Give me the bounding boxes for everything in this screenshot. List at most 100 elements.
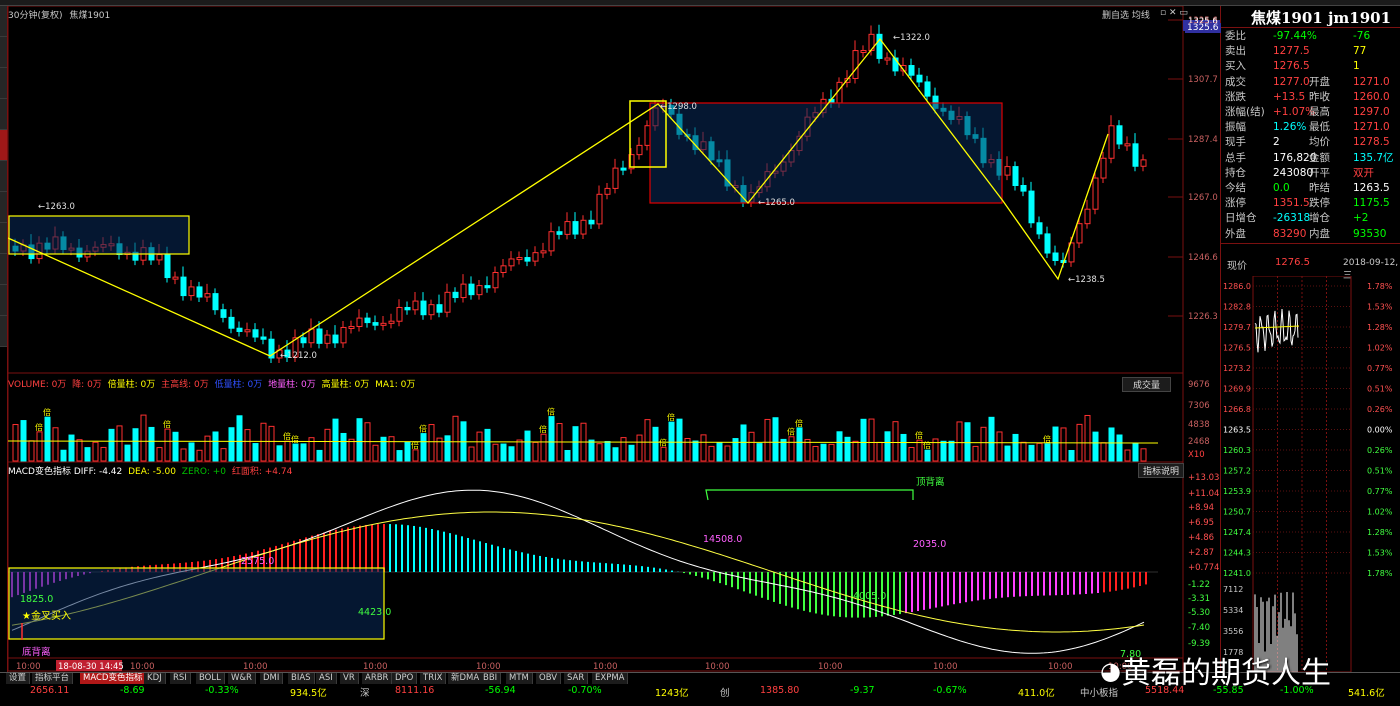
indicator-help-button[interactable]: 指标说明	[1138, 463, 1185, 478]
candle-body	[252, 329, 259, 338]
volume-bar	[212, 431, 219, 462]
quote-label: 涨幅(结)	[1225, 106, 1265, 118]
volume-bar	[820, 443, 827, 462]
volume-bar	[1124, 449, 1131, 462]
volume-bar	[324, 428, 331, 462]
volume-bar	[1132, 442, 1139, 462]
quote-value: 1	[1353, 60, 1360, 73]
quote-value: 93530	[1353, 227, 1387, 240]
quote-value: 1297.0	[1353, 106, 1390, 118]
candle-body	[1020, 185, 1027, 192]
price-annotation: ←1298.0	[660, 102, 697, 112]
price-badge: 1325.6	[1185, 23, 1221, 33]
double-volume-marker: 倍	[667, 412, 675, 422]
left-tab[interactable]	[0, 223, 7, 254]
volume-bars: 倍倍倍倍 倍倍倍 倍倍倍倍倍倍倍倍倍	[12, 407, 1147, 462]
left-tab[interactable]	[0, 254, 7, 285]
quote-label: 均价	[1309, 136, 1330, 149]
volume-bar	[940, 440, 947, 462]
price-axis-label: 1307.7	[1188, 75, 1218, 85]
candle-body	[356, 317, 363, 327]
left-tab[interactable]	[0, 37, 7, 68]
volume-bar	[188, 442, 195, 462]
volume-bar	[132, 428, 139, 462]
quote-value: 1260.0	[1353, 90, 1390, 103]
mini-axis-label-pct: 1.02%	[1367, 508, 1393, 517]
volume-bar	[372, 444, 379, 462]
volume-bar	[1004, 445, 1011, 462]
volume-bar	[428, 424, 435, 462]
candle-body	[636, 144, 643, 156]
left-tab[interactable]	[0, 192, 7, 223]
quote-label: 开盘	[1309, 75, 1330, 88]
chart-top-controls[interactable]: 删自选 均线	[1102, 8, 1150, 21]
macd-axis-label: +2.87	[1188, 548, 1214, 558]
volume-bar	[356, 418, 363, 462]
quote-value: 1175.5	[1353, 197, 1390, 210]
candle-body	[908, 65, 915, 76]
left-tab[interactable]	[0, 285, 7, 316]
time-axis-label: 10:00	[363, 662, 388, 672]
quote-label: 跌停	[1309, 197, 1330, 210]
ticker-item: 934.5亿	[290, 688, 327, 699]
volume-bar	[924, 449, 931, 462]
volume-bar	[764, 418, 771, 462]
candle-body	[340, 326, 347, 344]
volume-legend-item: 高量柱: 0万	[321, 380, 373, 390]
candle-body	[500, 265, 507, 274]
period-label[interactable]: 30分钟(复权)	[8, 11, 62, 21]
volume-bar	[196, 449, 203, 462]
candle-body	[508, 258, 515, 267]
volume-bar	[668, 421, 675, 462]
volume-bar	[420, 433, 427, 462]
left-tab[interactable]	[0, 130, 7, 161]
quote-value: 1.26%	[1273, 121, 1307, 134]
left-tab[interactable]	[0, 316, 7, 347]
time-axis-label: 10:00	[130, 662, 155, 672]
volume-bar	[1108, 427, 1115, 462]
quote-value: 77	[1353, 45, 1367, 58]
ticker-item: -8.69	[120, 685, 145, 696]
volume-bar	[788, 436, 795, 462]
window-buttons[interactable]: ▫ ✕ ▭	[1160, 8, 1188, 18]
intraday-mini-chart[interactable]: 1286.0 1.78% 1282.8 1.53% 1279.7 1.28% 1276.5 1…	[1221, 276, 1400, 672]
volume-bar	[396, 450, 403, 462]
left-tab[interactable]	[0, 161, 7, 192]
left-tab[interactable]	[0, 99, 7, 130]
volume-bar	[692, 440, 699, 462]
double-volume-marker: 倍	[915, 430, 923, 440]
volume-bar	[516, 439, 523, 462]
candle-body	[524, 257, 531, 262]
mini-axis-label: 1241.0	[1223, 569, 1251, 578]
quote-value: -26318	[1273, 212, 1311, 225]
volume-bar	[412, 449, 419, 462]
double-volume-marker: 倍	[419, 424, 427, 434]
area-label: 4005.0	[853, 591, 886, 602]
mini-axis-label-pct: 1.28%	[1367, 528, 1393, 537]
volume-bar	[900, 433, 907, 462]
candle-body	[548, 231, 555, 252]
candle-body	[1140, 159, 1147, 167]
volume-bar	[36, 431, 43, 462]
volume-bar	[316, 449, 323, 462]
left-tab[interactable]	[0, 68, 7, 99]
mini-axis-label-pct: 1.02%	[1367, 344, 1393, 353]
volume-bar	[812, 445, 819, 462]
volume-bar	[884, 431, 891, 462]
mini-axis-label: 1282.8	[1223, 303, 1251, 312]
volume-bar	[244, 429, 251, 462]
volume-button[interactable]: 成交量	[1122, 377, 1172, 392]
volume-bar	[340, 432, 347, 462]
left-tab[interactable]	[0, 6, 7, 37]
volume-bar	[588, 439, 595, 462]
candle-body	[204, 293, 211, 298]
volume-bar	[44, 416, 51, 462]
quote-label: 昨收	[1309, 90, 1330, 103]
volume-bar	[228, 427, 235, 462]
candle-body	[852, 50, 859, 79]
chart-area[interactable]: 1325.61307.71287.41267.01246.61226.31325…	[8, 6, 1220, 672]
mini-axis-label-pct: 1.28%	[1367, 323, 1393, 332]
quote-label: 内盘	[1309, 227, 1330, 240]
volume-bar	[12, 424, 19, 462]
volume-bar	[60, 449, 67, 462]
